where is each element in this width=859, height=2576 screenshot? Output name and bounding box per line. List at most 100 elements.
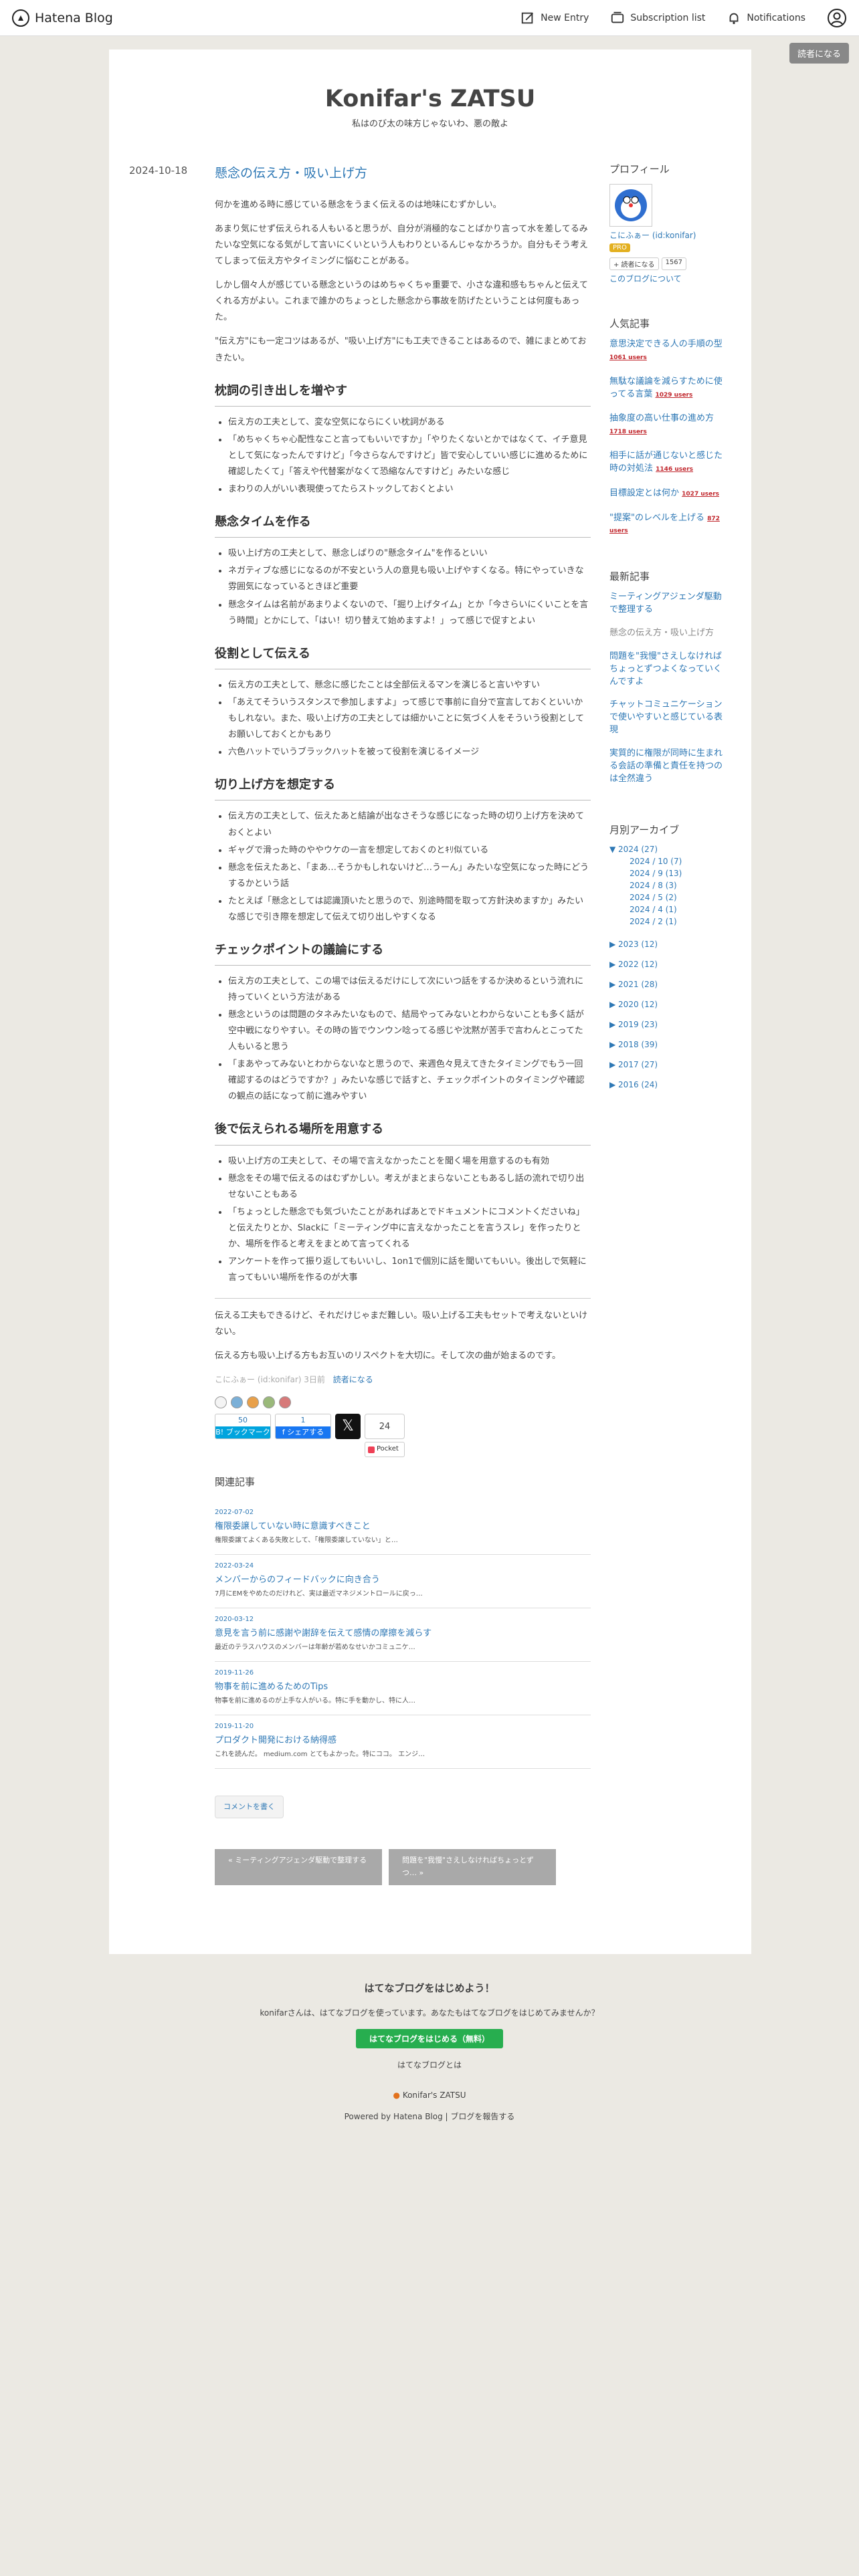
archive-year[interactable]: ▶ 2021 (28) (609, 980, 729, 989)
related-entry[interactable]: 2022-07-02 権限委譲していない時に意識すべきこと 権限委譲てよくある失… (215, 1501, 591, 1555)
archive-month[interactable]: 2024 / 2 (1) (630, 917, 729, 926)
previous-entry-link[interactable]: « ミーティングアジェンダ駆動で整理する (215, 1849, 382, 1885)
recent-entry-link[interactable]: チャットコミュニケーションで使いやすいと感じている表現 (609, 699, 729, 737)
popular-entry[interactable]: 目標設定とは何か 1027 users (609, 488, 729, 500)
author-info[interactable]: こにふぁー (id:konifar) 3日前 (215, 1375, 325, 1384)
section-heading: 役割として伝える (215, 643, 591, 669)
popular-entry[interactable]: 意思決定できる人の手順の型 1061 users (609, 338, 729, 364)
archive-year[interactable]: ▶ 2018 (39) (609, 1040, 729, 1049)
subscribe-floating-button[interactable]: 読者になる (789, 43, 850, 64)
hatena-bookmark-button[interactable]: 50 B! ブックマーク (215, 1414, 271, 1440)
hatena-blog-logo[interactable]: Hatena Blog (12, 9, 113, 27)
next-entry-link[interactable]: 問題を"我慢"さえしなければちょっとずつ… » (389, 1849, 556, 1885)
popular-title[interactable]: 目標設定とは何か (609, 488, 679, 498)
star-avatar[interactable] (247, 1396, 259, 1409)
archive-year[interactable]: ▶ 2019 (23) (609, 1020, 729, 1029)
footer-blog-name[interactable]: ● Konifar's ZATSU (0, 2090, 859, 2100)
intro-paragraph: しかし個々人が感じている懸念というのはめちゃくちゃ重要で、小さな違和感もちゃんと… (215, 280, 588, 323)
star-avatar[interactable] (231, 1396, 243, 1409)
about-blog-link[interactable]: このブログについて (609, 274, 682, 284)
profile-heading: プロフィール (609, 163, 670, 175)
list-item: 「まあやってみないとわからないなと思うので、来週色々見えてきたタイミングでもう一… (228, 1057, 591, 1105)
facebook-count: 1 (300, 1416, 306, 1425)
recent-entry-link[interactable]: 実質的に権限が同時に生まれる会話の準備と責任を持つのは全然違う (609, 748, 729, 786)
related-heading: 関連記事 (215, 1475, 256, 1488)
archive-month[interactable]: 2024 / 8 (3) (630, 881, 729, 890)
popular-entry[interactable]: 相手に話が通じないと感じた時の対処法 1146 users (609, 450, 729, 475)
section-list: 伝え方の工夫として、変な空気にならにくい枕詞がある 「めちゃくちゃ心配性なこと言… (228, 415, 591, 498)
section-list: 吸い上げ方の工夫として、懸念しばりの"懸念タイム"を作るといい ネガティブな感じ… (228, 546, 591, 629)
related-entry[interactable]: 2019-11-26 物事を前に進めるためのTips 物事を前に進めるのが上手な… (215, 1662, 591, 1715)
recent-entry-link[interactable]: 問題を"我慢"さえしなければちょっとずつよくなっていくんですよ (609, 651, 729, 689)
list-item: 懸念タイムは名前があまりよくないので、「掘り上げタイム」とか「今さらいにくいこと… (228, 597, 591, 629)
related-title[interactable]: 意見を言う前に感謝や謝辞を伝えて感情の摩擦を減らす (215, 1626, 591, 1642)
pocket-button[interactable]: Pocket (365, 1442, 405, 1457)
popular-title[interactable]: "提案"のレベルを上げる (609, 513, 704, 523)
archive-year[interactable]: ▶ 2022 (12) (609, 960, 729, 969)
list-item: 吸い上げ方の工夫として、その場で言えなかったことを聞く場を用意するのも有効 (228, 1154, 591, 1170)
entry-date[interactable]: 2024-10-18 (129, 165, 187, 177)
subscribe-link[interactable]: 読者になる (333, 1375, 373, 1384)
notifications-button[interactable]: Notifications (727, 11, 805, 25)
related-title[interactable]: プロダクト開発における納得感 (215, 1733, 591, 1749)
blog-favicon-icon: ● (393, 2090, 400, 2100)
bookmark-users[interactable]: 1061 users (609, 354, 647, 361)
bookmark-users[interactable]: 1146 users (656, 466, 693, 473)
related-date: 2019-11-26 (215, 1669, 254, 1677)
related-title[interactable]: 物事を前に進めるためのTips (215, 1679, 591, 1695)
archive-year[interactable]: ▶ 2020 (12) (609, 1000, 729, 1009)
archive-month[interactable]: 2024 / 5 (2) (630, 893, 729, 902)
follow-button[interactable]: + 読者になる (609, 257, 659, 270)
list-item: 吸い上げ方の工夫として、懸念しばりの"懸念タイム"を作るといい (228, 546, 591, 562)
footer: はてなブログをはじめよう！ konifarさんは、はてなブログを使っています。あ… (0, 1981, 859, 2122)
related-entry[interactable]: 2019-11-20 プロダクト開発における納得感 これを読んだ。 medium… (215, 1715, 591, 1769)
recent-entry-link[interactable]: ミーティングアジェンダ駆動で整理する (609, 591, 729, 617)
related-entry[interactable]: 2020-03-12 意見を言う前に感謝や謝辞を伝えて感情の摩擦を減らす 最近の… (215, 1608, 591, 1662)
profile-name-link[interactable]: こにふぁー (id:konifar) (609, 231, 696, 240)
list-item: アンケートを作って振り返してもいいし、1on1で個別に話を聞いてもいい。後出しで… (228, 1254, 591, 1286)
popular-title[interactable]: 抽象度の高い仕事の進め方 (609, 413, 714, 423)
user-account-icon[interactable] (827, 8, 847, 28)
profile-avatar[interactable] (609, 184, 652, 227)
archive-month[interactable]: 2024 / 4 (1) (630, 905, 729, 914)
list-item: 六色ハットでいうブラックハットを被って役割を演じるイメージ (228, 744, 591, 760)
popular-entry[interactable]: 抽象度の高い仕事の進め方 1718 users (609, 413, 729, 438)
section-list: 吸い上げ方の工夫として、その場で言えなかったことを聞く場を用意するのも有効 懸念… (228, 1154, 591, 1286)
list-item: 懸念を伝えたあと、「まあ…そうかもしれないけど…うーん」みたいな空気になった時に… (228, 860, 591, 892)
archive-month[interactable]: 2024 / 9 (13) (630, 869, 729, 878)
bookmark-label: B! ブックマーク (215, 1426, 270, 1439)
entry-pager: « ミーティングアジェンダ駆動で整理する 問題を"我慢"さえしなければちょっとず… (215, 1849, 591, 1885)
archive-year[interactable]: ▶ 2016 (24) (609, 1080, 729, 1089)
subscription-list-button[interactable]: Subscription list (610, 11, 705, 25)
star-avatar[interactable] (279, 1396, 291, 1409)
archive-year[interactable]: ▶ 2023 (12) (609, 940, 729, 949)
powered-by[interactable]: Powered by Hatena Blog | ブログを報告する (0, 2111, 859, 2122)
facebook-share-button[interactable]: 1 f シェアする (275, 1414, 331, 1440)
related-entry[interactable]: 2022-03-24 メンバーからのフィードバックに向き合う 7月にEMをやめた… (215, 1555, 591, 1608)
archive-month[interactable]: 2024 / 10 (7) (630, 857, 729, 866)
blog-title[interactable]: Konifar's ZATSU (109, 86, 751, 112)
section-list: 伝え方の工夫として、伝えたあと結論が出なさそうな感じになった時の切り上げ方を決め… (228, 809, 591, 925)
bookmark-users[interactable]: 1718 users (609, 429, 647, 435)
start-blog-button[interactable]: はてなブログをはじめる（無料） (355, 2029, 503, 2048)
article-title[interactable]: 懸念の伝え方・吸い上げ方 (215, 162, 591, 185)
new-entry-button[interactable]: New Entry (520, 11, 589, 25)
related-title[interactable]: 権限委譲していない時に意識すべきこと (215, 1519, 591, 1535)
section-list: 伝え方の工夫として、この場では伝えるだけにして次にいつ話をするか決めるという流れ… (228, 974, 591, 1105)
about-hatena-link[interactable]: はてなブログとは (397, 2060, 462, 2070)
list-item: 「あえてそういうスタンスで参加しますよ」って感じで事前に自分で宣言しておくといい… (228, 695, 591, 743)
write-comment-button[interactable]: コメントを書く (215, 1795, 284, 1819)
bookmark-users[interactable]: 1027 users (682, 491, 719, 498)
popular-entry[interactable]: 無駄な議論を減らすために使ってる言葉 1029 users (609, 376, 729, 401)
archive-year[interactable]: ▶ 2017 (27) (609, 1060, 729, 1069)
pocket-count: 24 (365, 1414, 405, 1440)
popular-entry[interactable]: "提案"のレベルを上げる 872 users (609, 512, 729, 538)
bookmark-users[interactable]: 1029 users (656, 392, 693, 399)
add-star-icon[interactable] (215, 1396, 227, 1409)
archive-year-expanded[interactable]: ▼ 2024 (27) (609, 845, 729, 854)
x-share-button[interactable]: 𝕏 (335, 1414, 361, 1440)
popular-title[interactable]: 意思決定できる人の手順の型 (609, 339, 723, 349)
recent-entry-current[interactable]: 懸念の伝え方・吸い上げ方 (609, 627, 729, 640)
related-title[interactable]: メンバーからのフィードバックに向き合う (215, 1572, 591, 1588)
star-avatar[interactable] (263, 1396, 275, 1409)
